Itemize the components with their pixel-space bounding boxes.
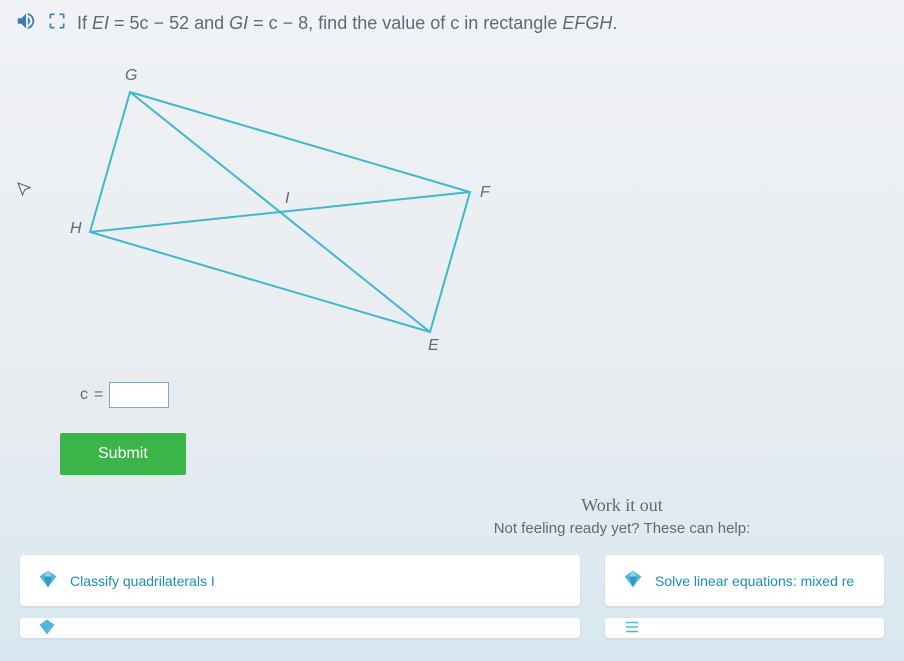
diamond-icon — [38, 569, 58, 592]
help-card-bottom-left[interactable] — [20, 618, 580, 638]
answer-label: c — [80, 386, 88, 404]
work-it-out-heading: Work it out — [0, 495, 904, 516]
q-eq1: = 5c − 52 and — [109, 13, 229, 33]
q-var1: EI — [92, 13, 109, 33]
not-ready-text: Not feeling ready yet? These can help: — [0, 520, 904, 537]
vertex-f: F — [480, 184, 490, 202]
q-shape: EFGH — [562, 13, 612, 33]
help-card-solve[interactable]: Solve linear equations: mixed re — [605, 555, 884, 606]
rectangle-diagram: G H I F E — [70, 62, 550, 362]
vertex-h: H — [70, 220, 82, 238]
card-label: Solve linear equations: mixed re — [655, 573, 854, 589]
vertex-i: I — [285, 190, 289, 208]
vertex-e: E — [428, 337, 439, 355]
vertex-g: G — [125, 67, 137, 85]
card-label: Classify quadrilaterals I — [70, 573, 215, 589]
diamond-icon — [38, 618, 56, 638]
help-card-bottom-right[interactable] — [605, 618, 884, 638]
answer-row: c = — [80, 382, 904, 408]
q-suffix: . — [612, 13, 617, 33]
q-eq2: = c − 8, find the value of c in rectangl… — [248, 13, 562, 33]
question-text: If EI = 5c − 52 and GI = c − 8, find the… — [77, 13, 889, 34]
submit-button[interactable]: Submit — [60, 433, 186, 475]
cursor-icon — [15, 180, 33, 203]
answer-equals: = — [94, 386, 103, 404]
q-prefix: If — [77, 13, 92, 33]
q-var2: GI — [229, 13, 248, 33]
list-icon — [623, 618, 641, 638]
help-card-classify[interactable]: Classify quadrilaterals I — [20, 555, 580, 606]
expand-icon[interactable] — [47, 11, 67, 36]
speaker-icon[interactable] — [15, 10, 37, 37]
diamond-icon — [623, 569, 643, 592]
answer-input[interactable] — [109, 382, 169, 408]
